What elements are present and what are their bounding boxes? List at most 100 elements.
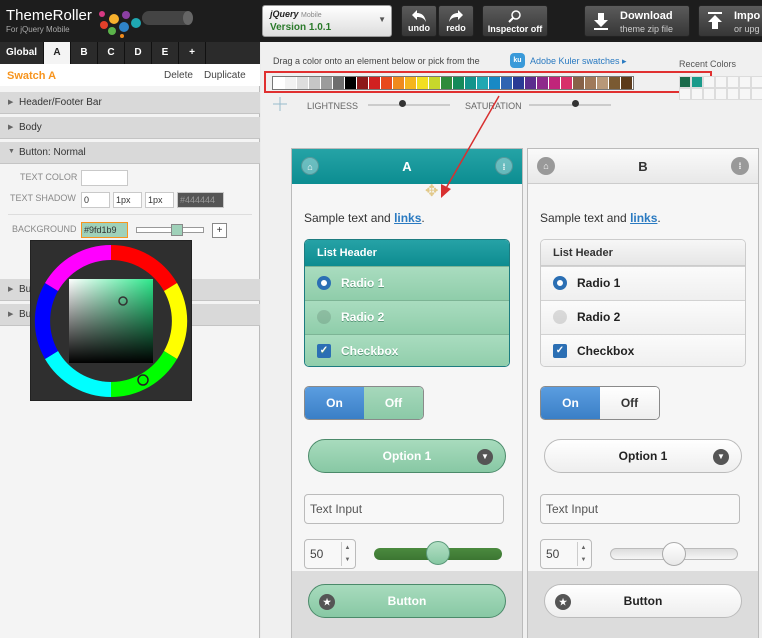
recent-color-swatch[interactable] <box>739 88 751 100</box>
undo-button[interactable]: undo <box>401 5 437 37</box>
range-slider[interactable] <box>374 541 502 565</box>
slider-thumb[interactable] <box>426 541 450 565</box>
swatch-b-header[interactable]: ⌂ B ⁞ <box>528 149 758 184</box>
swatch-header: Swatch A Delete Duplicate <box>0 64 260 86</box>
background-slider[interactable] <box>136 224 204 236</box>
recent-color-swatch[interactable] <box>751 88 762 100</box>
text-color-input[interactable] <box>81 170 128 186</box>
toggle-on[interactable]: On <box>541 387 600 419</box>
recent-color-swatch[interactable] <box>679 76 691 88</box>
button[interactable]: ★ Button <box>308 584 506 618</box>
lightness-handle[interactable] <box>399 100 406 107</box>
divider <box>8 214 252 215</box>
star-icon: ★ <box>319 594 335 610</box>
recent-color-swatch[interactable] <box>727 88 739 100</box>
radio-unselected-icon <box>317 310 331 324</box>
expand-arrow-icon: ▶ <box>8 311 14 318</box>
tab-e[interactable]: E <box>152 42 179 64</box>
button-bar: ★ Button <box>528 571 758 638</box>
select-menu[interactable]: Option 1 ▼ <box>544 439 742 473</box>
section-button-normal[interactable]: ▼ Button: Normal <box>0 142 260 164</box>
inspector-toggle[interactable]: Inspector off <box>482 5 548 37</box>
section-header-footer[interactable]: ▶ Header/Footer Bar <box>0 92 260 114</box>
palette-highlight <box>264 71 712 93</box>
background-color-input[interactable]: #9fd1b9 <box>81 222 128 238</box>
shadow-x-input[interactable]: 0 <box>81 192 110 208</box>
text-input[interactable]: Text Input <box>304 494 504 524</box>
home-icon[interactable]: ⌂ <box>537 157 555 175</box>
jquery-brand: jQuery Mobile <box>270 9 322 19</box>
toggle-on[interactable]: On <box>305 387 364 419</box>
tab-global[interactable]: Global <box>0 42 44 64</box>
sample-link[interactable]: links <box>630 211 657 225</box>
recent-color-swatch[interactable] <box>703 88 715 100</box>
number-input[interactable]: 50 ▲ ▼ <box>540 539 592 569</box>
text-input[interactable]: Text Input <box>540 494 740 524</box>
spinner-icon[interactable]: ▲ ▼ <box>577 542 589 566</box>
duplicate-link[interactable]: Duplicate <box>204 70 246 81</box>
radio-option-1[interactable]: Radio 1 <box>541 266 745 300</box>
button[interactable]: ★ Button <box>544 584 742 618</box>
drag-arrow-icon <box>441 95 500 198</box>
chevron-down-icon: ▼ <box>477 449 493 465</box>
sample-link[interactable]: links <box>394 211 421 225</box>
text-color-label: TEXT COLOR <box>20 172 78 182</box>
tab-c[interactable]: C <box>98 42 125 64</box>
range-slider[interactable] <box>610 542 738 566</box>
shadow-color-input[interactable]: #444444 <box>177 192 224 208</box>
toggle-off[interactable]: Off <box>600 387 659 419</box>
checkbox-option[interactable]: ✓ Checkbox <box>541 334 745 366</box>
select-menu[interactable]: Option 1 ▼ <box>308 439 506 473</box>
section-label: Button: Normal <box>19 147 86 158</box>
color-picker-popup[interactable] <box>30 240 192 401</box>
flip-toggle[interactable]: On Off <box>540 386 660 420</box>
recent-color-swatch[interactable] <box>739 76 751 88</box>
redo-icon <box>449 10 463 22</box>
radio-option-2[interactable]: Radio 2 <box>305 300 509 334</box>
shadow-y-input[interactable]: 1px <box>113 192 142 208</box>
section-body[interactable]: ▶ Body <box>0 117 260 139</box>
recent-color-swatch[interactable] <box>679 88 691 100</box>
tab-a[interactable]: A <box>44 42 71 64</box>
recent-color-swatch[interactable] <box>751 76 762 88</box>
upload-icon <box>708 12 722 29</box>
swatch-tabs: Global A B C D E + <box>0 42 260 64</box>
recent-color-swatch[interactable] <box>715 88 727 100</box>
add-gradient-button[interactable]: + <box>212 223 227 238</box>
toggle-off[interactable]: Off <box>364 387 423 419</box>
version-select[interactable]: jQuery Mobile Version 1.0.1 ▼ <box>262 5 392 37</box>
number-input[interactable]: 50 ▲ ▼ <box>304 539 356 569</box>
spinner-icon[interactable]: ▲ ▼ <box>341 542 353 566</box>
checkbox-option[interactable]: ✓ Checkbox <box>305 334 509 366</box>
recent-colors-grid[interactable] <box>679 76 762 102</box>
import-button[interactable]: Impo or upg <box>698 5 762 37</box>
recent-color-swatch[interactable] <box>715 76 727 88</box>
tab-add[interactable]: + <box>179 42 206 64</box>
tab-b[interactable]: B <box>71 42 98 64</box>
saturation-slider[interactable] <box>529 104 611 106</box>
saturation-handle[interactable] <box>572 100 579 107</box>
download-button[interactable]: Download theme zip file <box>584 5 690 37</box>
delete-link[interactable]: Delete <box>164 70 193 81</box>
expand-arrow-icon: ▶ <box>8 99 14 106</box>
drag-hint: Drag a color onto an element below or pi… <box>273 56 480 66</box>
tab-d[interactable]: D <box>125 42 152 64</box>
shadow-blur-input[interactable]: 1px <box>145 192 174 208</box>
grid-icon[interactable]: ⁞ <box>731 157 749 175</box>
slider-thumb[interactable] <box>662 542 686 566</box>
recent-color-swatch[interactable] <box>691 88 703 100</box>
radio-option-2[interactable]: Radio 2 <box>541 300 745 334</box>
recent-color-swatch[interactable] <box>727 76 739 88</box>
recent-color-swatch[interactable] <box>703 76 715 88</box>
slider-handle[interactable] <box>171 224 183 236</box>
radio-selected-icon <box>317 276 331 290</box>
flip-toggle[interactable]: On Off <box>304 386 424 420</box>
recent-color-swatch[interactable] <box>691 76 703 88</box>
radio-list: List Header Radio 1 Radio 2 ✓ Checkbox <box>540 239 746 367</box>
text-shadow-label: TEXT SHADOW <box>10 193 76 203</box>
redo-button[interactable]: redo <box>438 5 474 37</box>
kuler-link[interactable]: Adobe Kuler swatches ▸ <box>530 56 627 67</box>
radio-option-1[interactable]: Radio 1 <box>305 266 509 300</box>
color-wheel[interactable] <box>31 241 191 401</box>
home-icon[interactable]: ⌂ <box>301 157 319 175</box>
